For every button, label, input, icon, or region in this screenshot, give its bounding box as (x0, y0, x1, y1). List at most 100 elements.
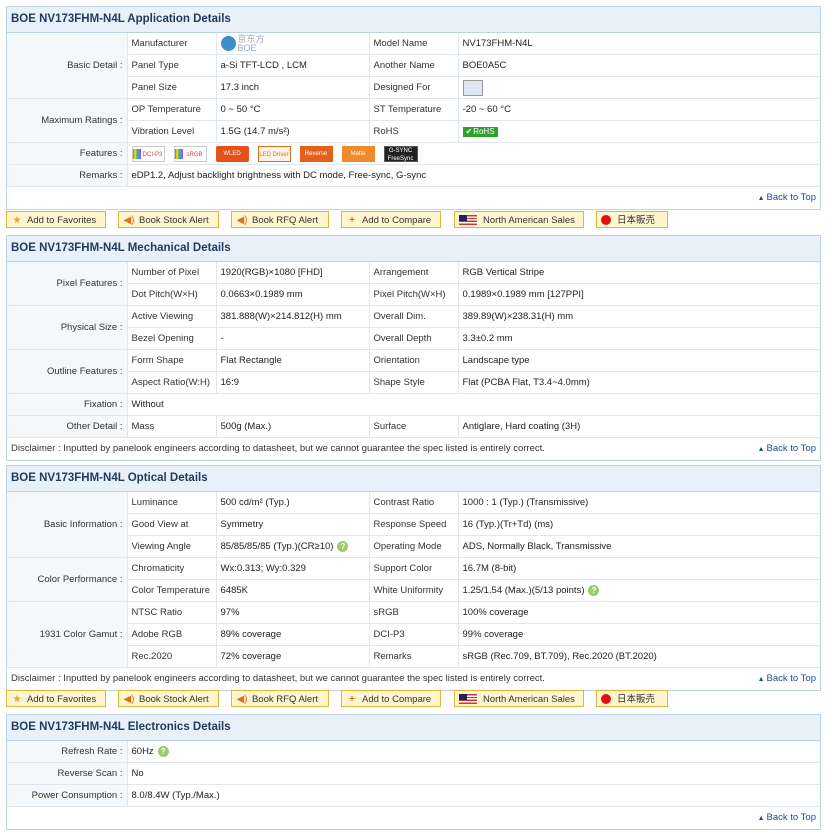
add-to-favorites-button[interactable]: ★ Add to Favorites (6, 690, 106, 707)
group-label: Fixation : (7, 393, 128, 416)
mass: 500g (Max.) (216, 415, 370, 438)
group-label: 1931 Color Gamut : (7, 601, 128, 668)
group-label: Maximum Ratings : (7, 98, 128, 143)
field-label: Good View at (127, 513, 217, 536)
vibration-level: 1.5G (14.7 m/s²) (216, 120, 370, 143)
add-to-compare-button[interactable]: + Add to Compare (341, 211, 441, 228)
aspect-ratio: 16:9 (216, 371, 370, 394)
field-label: Model Name (369, 33, 459, 55)
field-label: Bezel Opening (127, 327, 217, 350)
group-label: Color Performance : (7, 557, 128, 602)
back-to-top-link[interactable]: ▲ Back to Top (758, 668, 816, 691)
field-label: RoHS (369, 120, 459, 143)
north-american-sales-button[interactable]: North American Sales (454, 690, 584, 707)
response-speed: 16 (Typ.)(Tr+Td) (ms) (458, 513, 820, 536)
surface: Antiglare, Hard coating (3H) (458, 415, 820, 438)
field-label: Adobe RGB (127, 623, 217, 646)
manufacturer-logo[interactable]: 京东方 BOE (216, 33, 370, 55)
field-label: Aspect Ratio(W:H) (127, 371, 217, 394)
back-to-top-link[interactable]: ▲ Back to Top (758, 187, 816, 210)
viewing-angle: 85/85/85/85 (Typ.)(CR≥10) (220, 541, 334, 552)
section-footer: Disclaimer : Inputted by panelook engine… (7, 438, 820, 460)
triangle-up-icon: ▲ (757, 676, 765, 683)
back-to-top-link[interactable]: ▲ Back to Top (758, 438, 816, 461)
section-title: BOE NV173FHM-N4L Mechanical Details (7, 236, 820, 262)
help-icon[interactable]: ? (588, 584, 600, 596)
overall-dim: 389.89(W)×238.31(H) mm (458, 305, 820, 328)
speaker-icon: ◀) (123, 694, 135, 705)
field-label: Panel Type (127, 54, 217, 77)
panel-size: 17.3 inch (216, 76, 370, 99)
north-american-sales-button[interactable]: North American Sales (454, 211, 584, 228)
active-viewing: 381.888(W)×214.812(H) mm (216, 305, 370, 328)
book-stock-alert-button[interactable]: ◀) Book Stock Alert (118, 211, 219, 228)
electronics-section: BOE NV173FHM-N4L Electronics Details Ref… (6, 714, 821, 830)
support-color: 16.7M (8-bit) (458, 557, 820, 580)
japan-sales-button[interactable]: 日本販売 (596, 211, 668, 228)
matte-icon[interactable]: Matte (341, 145, 375, 162)
help-icon[interactable]: ? (337, 540, 349, 552)
section-footer: ▲ Back to Top (7, 187, 820, 209)
help-icon[interactable]: ? (157, 745, 169, 757)
field-label: Mass (127, 415, 217, 438)
us-flag-icon (459, 215, 477, 226)
srgb-icon[interactable]: sRGB (173, 145, 207, 162)
group-label: Basic Information : (7, 492, 128, 558)
good-view: Symmetry (216, 513, 370, 536)
group-label: Basic Detail : (7, 33, 128, 99)
book-rfq-alert-button[interactable]: ◀) Book RFQ Alert (231, 211, 329, 228)
reverse-icon[interactable]: Reverse (299, 145, 333, 162)
mechanical-table: Pixel Features : Number of Pixel 1920(RG… (7, 262, 820, 438)
rec2020: 72% coverage (216, 645, 370, 668)
field-label: Chromaticity (127, 557, 217, 580)
section-title: BOE NV173FHM-N4L Optical Details (7, 466, 820, 492)
adobe-rgb: 89% coverage (216, 623, 370, 646)
field-label: Designed For (369, 76, 459, 99)
panel-type: a-Si TFT-LCD , LCM (216, 54, 370, 77)
application-table: Basic Detail : Manufacturer 京东方 BOE Model… (7, 33, 820, 187)
ntsc-ratio: 97% (216, 601, 370, 624)
book-stock-alert-button[interactable]: ◀) Book Stock Alert (118, 690, 219, 707)
triangle-up-icon: ▲ (757, 195, 765, 202)
dci-p3-coverage: 99% coverage (458, 623, 820, 646)
electronics-table: Refresh Rate : 60Hz? Reverse Scan : No P… (7, 741, 820, 807)
add-to-favorites-button[interactable]: ★ Add to Favorites (6, 211, 106, 228)
op-temperature: 0 ~ 50 °C (216, 98, 370, 121)
japan-flag-icon (601, 215, 611, 226)
laptop-icon[interactable] (462, 79, 483, 96)
gsync-freesync-icon[interactable]: G-SYNC FreeSync (383, 145, 418, 162)
field-label: OP Temperature (127, 98, 217, 121)
group-label: Outline Features : (7, 349, 128, 394)
field-label: Shape Style (369, 371, 459, 394)
gamut-remarks: sRGB (Rec.709, BT.709), Rec.2020 (BT.202… (458, 645, 820, 668)
field-label: Manufacturer (127, 33, 217, 55)
group-label: Features : (7, 142, 128, 165)
white-uniformity: 1.25/1.54 (Max.)(5/13 points) (462, 585, 585, 596)
optical-table: Basic Information : Luminance 500 cd/m² … (7, 492, 820, 668)
field-label: Vibration Level (127, 120, 217, 143)
field-label: Panel Size (127, 76, 217, 99)
another-name: BOE0A5C (458, 54, 820, 77)
feature-icons: DCI-P3 sRGB WLED LED Driver Reverse Matte G-SY… (127, 142, 820, 165)
plus-icon: + (349, 215, 355, 226)
field-label: Overall Depth (369, 327, 459, 350)
add-to-compare-button[interactable]: + Add to Compare (341, 690, 441, 707)
field-label: Luminance (127, 492, 217, 514)
book-rfq-alert-button[interactable]: ◀) Book RFQ Alert (231, 690, 329, 707)
dci-p3-icon[interactable]: DCI-P3 (131, 145, 165, 162)
shape-style: Flat (PCBA Flat, T3.4~4.0mm) (458, 371, 820, 394)
group-label: Reverse Scan : (7, 762, 128, 785)
application-section: BOE NV173FHM-N4L Application Details Bas… (6, 6, 821, 210)
wled-icon[interactable]: WLED (215, 145, 249, 162)
power-consumption: 8.0/8.4W (Typ./Max.) (127, 784, 820, 807)
led-driver-icon[interactable]: LED Driver (257, 145, 291, 162)
field-label: Response Speed (369, 513, 459, 536)
speaker-icon: ◀) (236, 215, 248, 226)
back-to-top-link[interactable]: ▲ Back to Top (758, 807, 816, 830)
field-label: Pixel Pitch(W×H) (369, 283, 459, 306)
star-icon: ★ (12, 694, 22, 705)
model-name: NV173FHM-N4L (458, 33, 820, 55)
section-footer: Disclaimer : Inputted by panelook engine… (7, 668, 820, 690)
japan-sales-button[interactable]: 日本販売 (596, 690, 668, 707)
group-label: Remarks : (7, 164, 128, 187)
